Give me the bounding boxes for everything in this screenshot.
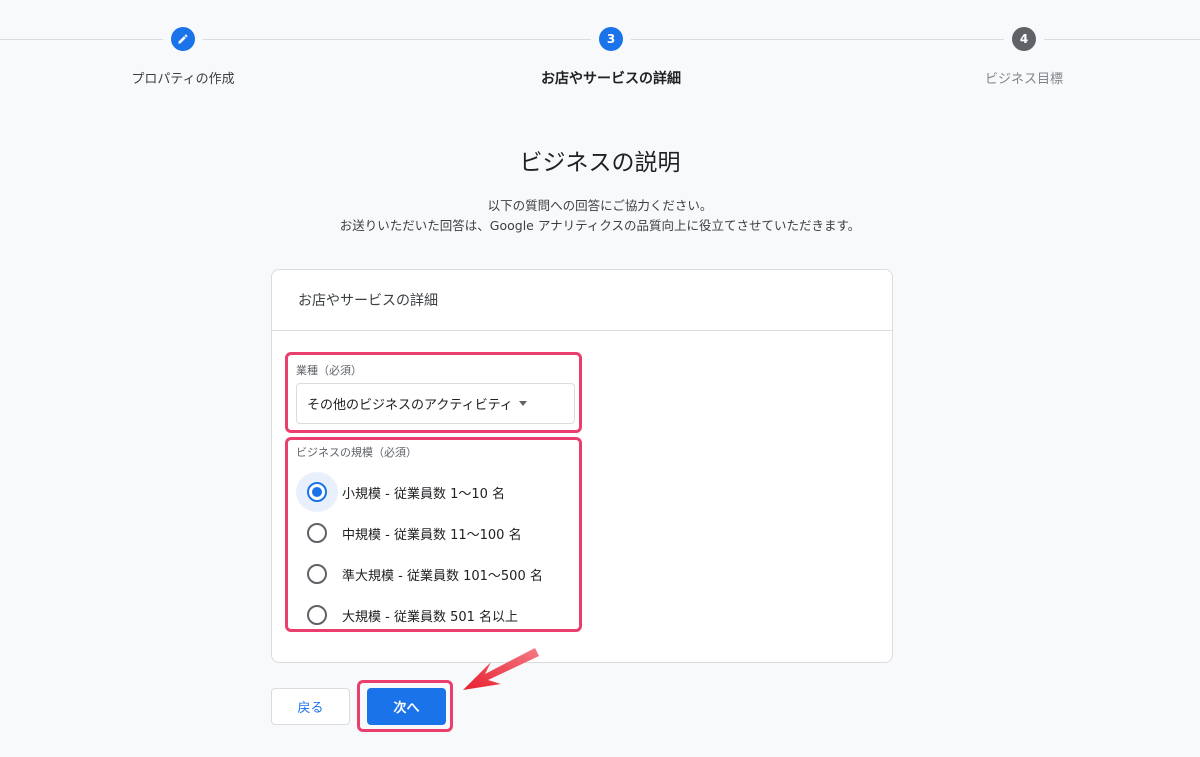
caret-down-icon — [518, 401, 527, 406]
step-create-property[interactable]: プロパティの作成 — [73, 27, 293, 87]
step-business-goals[interactable]: 4 ビジネス目標 — [914, 27, 1134, 87]
radio-ripple — [296, 595, 338, 635]
step-label: プロパティの作成 — [131, 72, 235, 87]
size-option-large-mid[interactable]: 準大規模 - 従業員数 101〜500 名 — [296, 554, 543, 594]
radio-button[interactable] — [307, 482, 327, 502]
size-option-large[interactable]: 大規模 - 従業員数 501 名以上 — [296, 595, 518, 635]
size-option-medium[interactable]: 中規模 - 従業員数 11〜100 名 — [296, 513, 522, 553]
next-button[interactable]: 次へ — [367, 688, 446, 725]
radio-label: 小規模 - 従業員数 1〜10 名 — [342, 486, 506, 502]
size-option-small[interactable]: 小規模 - 従業員数 1〜10 名 — [296, 472, 505, 512]
radio-label: 中規模 - 従業員数 11〜100 名 — [342, 527, 522, 543]
step-label: お店やサービスの詳細 — [541, 71, 681, 87]
step-number: 3 — [599, 27, 623, 51]
radio-ripple — [296, 554, 338, 594]
business-size-label: ビジネスの規模（必須） — [296, 446, 417, 459]
radio-label: 大規模 - 従業員数 501 名以上 — [342, 609, 519, 625]
card-header: お店やサービスの詳細 — [272, 270, 892, 331]
radio-button[interactable] — [307, 564, 327, 584]
radio-ripple — [296, 472, 338, 512]
step-number: 4 — [1012, 27, 1036, 51]
step-label: ビジネス目標 — [984, 72, 1063, 87]
pencil-icon — [171, 27, 195, 51]
industry-selected-value: その他のビジネスのアクティビティ — [307, 398, 513, 413]
industry-select[interactable]: その他のビジネスのアクティビティ — [296, 383, 575, 424]
radio-button[interactable] — [307, 523, 327, 543]
page-title: ビジネスの説明 — [519, 150, 681, 176]
radio-label: 準大規模 - 従業員数 101〜500 名 — [342, 568, 543, 584]
red-arrow-icon — [463, 648, 539, 690]
subtitle-line: 以下の質問への回答にご協力ください。 — [487, 198, 713, 213]
progress-stepper: プロパティの作成 3 お店やサービスの詳細 4 ビジネス目標 — [0, 0, 1200, 100]
page-subtitle: 以下の質問への回答にご協力ください。 お送りいただいた回答は、Google アナ… — [0, 196, 1200, 236]
radio-button[interactable] — [307, 605, 327, 625]
back-button[interactable]: 戻る — [271, 688, 350, 725]
subtitle-line: お送りいただいた回答は、Google アナリティクスの品質向上に役立てさせていた… — [339, 218, 861, 233]
step-business-details[interactable]: 3 お店やサービスの詳細 — [501, 27, 721, 88]
industry-label: 業種（必須） — [296, 364, 362, 377]
radio-ripple — [296, 513, 338, 553]
